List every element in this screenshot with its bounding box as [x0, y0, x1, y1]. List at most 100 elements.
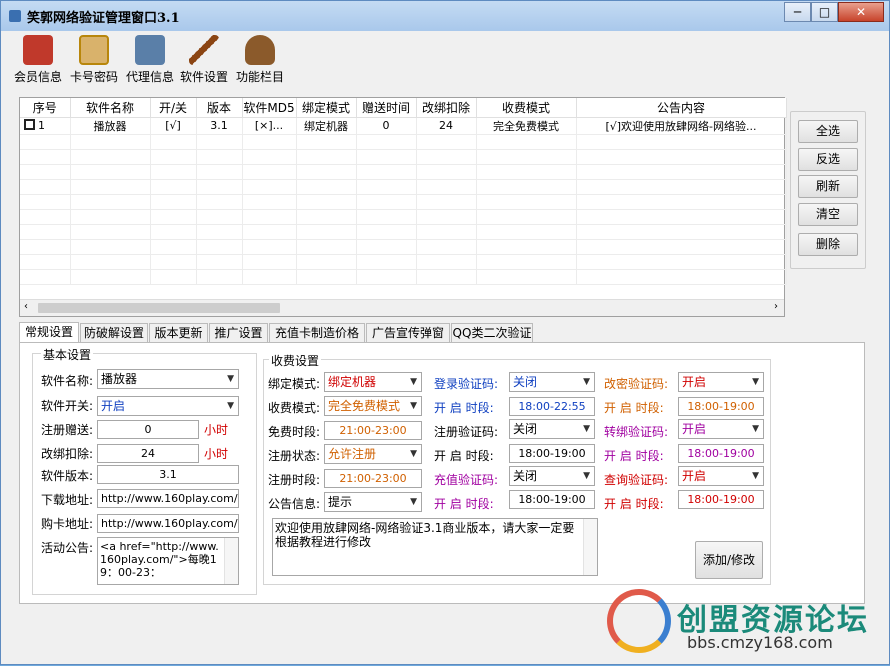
field-label: 改密验证码: [604, 377, 669, 391]
tab-card-price[interactable]: 充值卡制造价格 [269, 323, 365, 343]
table-cell: 完全免费模式 [476, 117, 577, 135]
download-url-input[interactable]: http://www.160play.com/ [97, 489, 239, 508]
tab-qq-verify[interactable]: QQ类二次验证 [451, 323, 533, 343]
column-header[interactable]: 收费模式 [476, 98, 577, 118]
delete-button[interactable]: 删除 [798, 233, 858, 256]
field-label: 软件开关: [41, 399, 94, 413]
brush-icon [189, 35, 219, 65]
notice-content-textarea[interactable]: 欢迎使用放肆网络-网络验证3.1商业版本，请大家一定要根据教程进行修改 [272, 518, 598, 576]
login-time-input[interactable]: 18:00-22:55 [509, 397, 595, 416]
query-code-select[interactable]: 开启 ▼ [678, 466, 764, 486]
fee-mode-select[interactable]: 完全免费模式 ▼ [324, 396, 422, 416]
register-code-time-input[interactable]: 18:00-19:00 [509, 444, 595, 463]
change-password-code-select[interactable]: 开启 ▼ [678, 372, 764, 392]
tab-ad-popup[interactable]: 广告宣传弹窗 [366, 323, 450, 343]
chevron-down-icon: ▼ [227, 401, 234, 411]
scroll-left-icon[interactable]: ‹ [24, 301, 28, 312]
watermark: 创盟资源论坛 bbs.cmzy168.com [607, 581, 890, 666]
refresh-button[interactable]: 刷新 [798, 175, 858, 198]
software-list[interactable]: 序号 软件名称 开/关 版本 软件MD5 绑定模式 赠送时间 改绑扣除 收费模式… [19, 97, 787, 317]
title-bar[interactable]: 笑郭网络验证管理窗口3.1 ─ □ ✕ [1, 1, 889, 31]
select-all-button[interactable]: 全选 [798, 120, 858, 143]
bind-mode-select[interactable]: 绑定机器 ▼ [324, 372, 422, 392]
empty-row [20, 239, 787, 255]
register-time-input[interactable]: 21:00-23:00 [324, 469, 422, 488]
empty-row [20, 134, 787, 150]
activity-notice-textarea[interactable]: <a href="http://www.160play.com/">每晚19：0… [97, 537, 239, 585]
tab-anti-crack[interactable]: 防破解设置 [80, 323, 148, 343]
register-gift-input[interactable]: 0 [97, 420, 199, 439]
clear-button[interactable]: 清空 [798, 203, 858, 226]
column-header[interactable]: 绑定模式 [296, 98, 357, 118]
column-header[interactable]: 软件名称 [70, 98, 151, 118]
minimize-button[interactable]: ─ [784, 2, 811, 22]
rebind-deduct-input[interactable]: 24 [97, 444, 199, 463]
chevron-down-icon: ▼ [410, 497, 417, 507]
column-header[interactable]: 软件MD5 [242, 98, 297, 118]
table-cell: 绑定机器 [296, 117, 357, 135]
transfer-bind-time-input[interactable]: 18:00-19:00 [678, 444, 764, 463]
toolbar-agent-info-button[interactable]: 代理信息 [121, 33, 179, 85]
table-cell: 0 [356, 117, 417, 135]
empty-row [20, 149, 787, 165]
field-label: 下载地址: [41, 493, 94, 507]
close-button[interactable]: ✕ [838, 2, 884, 22]
recharge-code-select[interactable]: 关闭 ▼ [509, 466, 595, 486]
table-cell: [√] [150, 117, 197, 135]
field-label: 公告信息: [268, 497, 321, 511]
empty-row [20, 224, 787, 240]
column-header[interactable]: 版本 [196, 98, 243, 118]
toolbar-function-button[interactable]: 功能栏目 [231, 33, 289, 85]
toolbar-member-info-button[interactable]: 会员信息 [9, 33, 67, 85]
column-header[interactable]: 改绑扣除 [416, 98, 477, 118]
field-label: 免费时段: [268, 425, 321, 439]
column-header[interactable]: 公告内容 [576, 98, 787, 118]
toolbar-label: 会员信息 [13, 70, 62, 84]
select-value: 关闭 [513, 422, 538, 436]
transfer-bind-code-select[interactable]: 开启 ▼ [678, 419, 764, 439]
scrollbar-thumb[interactable] [38, 303, 280, 313]
maximize-button[interactable]: □ [811, 2, 838, 22]
main-window: 笑郭网络验证管理窗口3.1 ─ □ ✕ 会员信息 卡号密码 代理信息 软件设置 … [0, 0, 890, 665]
chevron-down-icon: ▼ [752, 424, 759, 434]
field-label: 软件版本: [41, 469, 94, 483]
column-header[interactable]: 赠送时间 [356, 98, 417, 118]
buy-card-url-input[interactable]: http://www.160play.com/ [97, 514, 239, 533]
free-time-input[interactable]: 21:00-23:00 [324, 421, 422, 440]
register-state-select[interactable]: 允许注册 ▼ [324, 444, 422, 464]
chevron-down-icon: ▼ [583, 377, 590, 387]
vertical-scrollbar[interactable] [583, 519, 597, 575]
tab-version-update[interactable]: 版本更新 [149, 323, 208, 343]
table-row[interactable]: 1 播放器 [√] 3.1 [×]... 绑定机器 0 24 完全免费模式 [√… [20, 117, 787, 135]
chevron-down-icon: ▼ [410, 449, 417, 459]
tab-general[interactable]: 常规设置 [19, 322, 79, 344]
table-cell: 3.1 [196, 117, 243, 135]
field-label: 注册状态: [268, 449, 321, 463]
watermark-url: bbs.cmzy168.com [687, 633, 833, 652]
invert-selection-button[interactable]: 反选 [798, 148, 858, 171]
column-header[interactable]: 序号 [20, 98, 71, 118]
row-checkbox[interactable] [24, 119, 35, 130]
software-version-input[interactable]: 3.1 [97, 465, 239, 484]
login-code-select[interactable]: 关闭 ▼ [509, 372, 595, 392]
field-label: 开 启 时段: [604, 401, 664, 415]
register-code-select[interactable]: 关闭 ▼ [509, 419, 595, 439]
tab-promotion[interactable]: 推广设置 [209, 323, 268, 343]
scroll-right-icon[interactable]: › [774, 301, 778, 312]
horizontal-scrollbar[interactable]: ‹ › [20, 299, 784, 316]
vertical-scrollbar[interactable] [224, 538, 238, 584]
unit-label: 小时 [204, 423, 229, 437]
chevron-down-icon: ▼ [583, 471, 590, 481]
software-switch-select[interactable]: 开启 ▼ [97, 396, 239, 416]
software-name-select[interactable]: 播放器 ▼ [97, 369, 239, 389]
column-header[interactable]: 开/关 [150, 98, 197, 118]
toolbar-card-password-button[interactable]: 卡号密码 [65, 33, 123, 85]
field-label: 开 启 时段: [604, 497, 664, 511]
recharge-time-input[interactable]: 18:00-19:00 [509, 490, 595, 509]
query-time-input[interactable]: 18:00-19:00 [678, 490, 764, 509]
add-modify-button[interactable]: 添加/修改 [695, 541, 763, 579]
change-password-time-input[interactable]: 18:00-19:00 [678, 397, 764, 416]
notice-info-select[interactable]: 提示 ▼ [324, 492, 422, 512]
toolbar-software-settings-button[interactable]: 软件设置 [175, 33, 233, 85]
empty-row [20, 269, 787, 285]
